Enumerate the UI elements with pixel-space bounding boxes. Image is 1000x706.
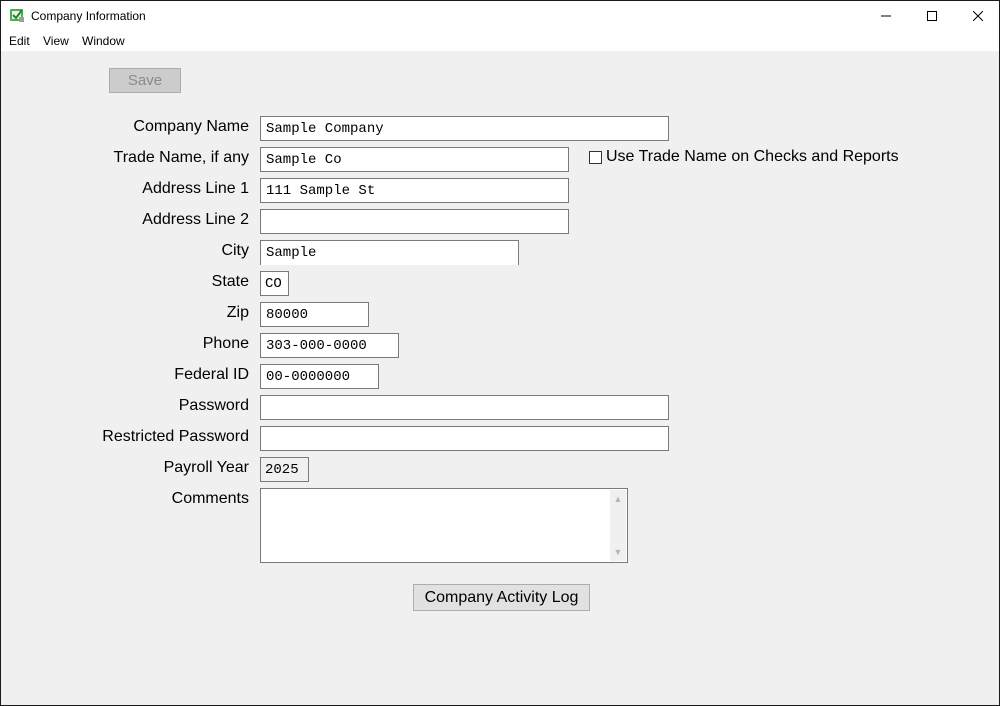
use-trade-name-checkbox[interactable]: Use Trade Name on Checks and Reports <box>589 148 899 166</box>
scroll-up-icon[interactable]: ▲ <box>610 492 626 506</box>
city-field[interactable]: Sample <box>260 240 519 265</box>
menu-edit[interactable]: Edit <box>9 34 30 48</box>
app-icon <box>10 9 24 22</box>
form-area: Save Company Name Sample Company Trade N… <box>1 51 999 705</box>
address2-field[interactable] <box>260 209 569 234</box>
payroll-year-field: 2025 <box>260 457 309 482</box>
menu-view[interactable]: View <box>43 34 69 48</box>
company-name-field[interactable]: Sample Company <box>260 116 669 141</box>
password-label: Password <box>178 397 249 414</box>
password-field[interactable] <box>260 395 669 420</box>
close-icon <box>973 11 983 21</box>
save-button[interactable]: Save <box>109 68 181 93</box>
checkbox-box[interactable] <box>589 150 602 164</box>
company-activity-log-button[interactable]: Company Activity Log <box>413 584 590 611</box>
use-trade-name-label: Use Trade Name on Checks and Reports <box>606 148 899 165</box>
phone-label: Phone <box>202 335 249 352</box>
state-label: State <box>211 273 249 290</box>
federal-id-field[interactable]: 00-0000000 <box>260 364 379 389</box>
maximize-icon <box>927 11 937 21</box>
address1-field[interactable]: 111 Sample St <box>260 178 569 203</box>
federal-id-label: Federal ID <box>174 366 249 383</box>
menu-bar: Edit View Window <box>1 31 999 51</box>
zip-label: Zip <box>226 304 249 321</box>
company-information-window: Company Information Edit View Window Sav… <box>0 0 1000 706</box>
minimize-icon <box>881 15 891 17</box>
comments-textarea[interactable]: ▲ ▼ <box>260 488 628 563</box>
restricted-password-field[interactable] <box>260 426 669 451</box>
address1-label: Address Line 1 <box>142 180 249 197</box>
close-button[interactable] <box>955 1 1000 31</box>
comments-scrollbar[interactable]: ▲ ▼ <box>610 490 626 561</box>
zip-field[interactable]: 80000 <box>260 302 369 327</box>
menu-window[interactable]: Window <box>82 34 125 48</box>
title-bar: Company Information <box>1 1 999 31</box>
window-title: Company Information <box>31 9 146 23</box>
comments-label: Comments <box>171 490 249 507</box>
phone-field[interactable]: 303-000-0000 <box>260 333 399 358</box>
trade-name-label: Trade Name, if any <box>113 149 249 166</box>
payroll-year-label: Payroll Year <box>163 459 249 476</box>
scroll-down-icon[interactable]: ▼ <box>610 545 626 559</box>
minimize-button[interactable] <box>863 1 909 31</box>
address2-label: Address Line 2 <box>142 211 249 228</box>
city-label: City <box>221 242 249 259</box>
restricted-password-label: Restricted Password <box>102 428 249 445</box>
maximize-button[interactable] <box>909 1 955 31</box>
state-field[interactable]: CO <box>260 271 289 296</box>
company-name-label: Company Name <box>133 118 249 135</box>
trade-name-field[interactable]: Sample Co <box>260 147 569 172</box>
